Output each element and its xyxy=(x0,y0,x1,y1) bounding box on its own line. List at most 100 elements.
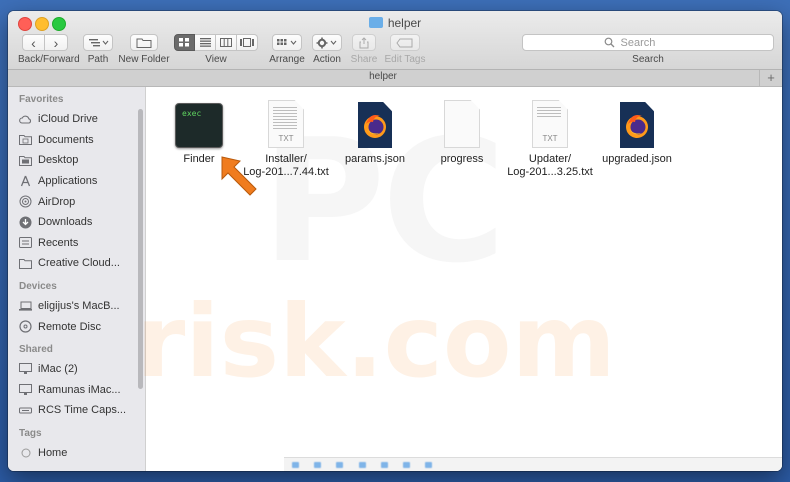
firefox-document-icon xyxy=(620,102,654,148)
file-name: upgraded.json xyxy=(602,153,672,165)
list-view-button[interactable] xyxy=(195,34,216,51)
file-name: Updater/Log-201...3.25.txt xyxy=(507,153,593,178)
sidebar-item-remote-disc[interactable]: Remote Disc xyxy=(8,316,145,337)
recents-icon xyxy=(19,236,32,249)
forward-button[interactable]: › xyxy=(45,34,68,51)
new-tab-button[interactable]: + xyxy=(759,70,782,86)
path-crumb[interactable] xyxy=(336,460,348,469)
sidebar: Favorites iCloud Drive Documents Desktop… xyxy=(8,87,146,471)
action-button[interactable] xyxy=(312,34,342,51)
documents-folder-icon xyxy=(19,133,32,146)
search-label: Search xyxy=(632,54,664,65)
disc-icon xyxy=(19,320,32,333)
path-bar xyxy=(284,457,782,471)
tag-icon xyxy=(396,38,413,47)
search-icon xyxy=(604,37,614,48)
icon-view-button[interactable] xyxy=(174,34,195,51)
sidebar-item-imac-2[interactable]: iMac (2) xyxy=(8,359,145,380)
sidebar-header-favorites: Favorites xyxy=(19,94,64,105)
airdrop-icon xyxy=(19,195,32,208)
gear-icon xyxy=(316,37,337,48)
path-crumb[interactable] xyxy=(292,460,304,469)
sidebar-item-desktop[interactable]: Desktop xyxy=(8,150,145,171)
search-field[interactable] xyxy=(522,34,774,51)
imac-icon xyxy=(19,383,32,396)
file-item[interactable]: TXT Updater/Log-201...3.25.txt xyxy=(507,93,593,179)
blank-document-icon xyxy=(444,100,480,148)
applications-icon xyxy=(19,175,32,188)
sidebar-item-tag-home[interactable]: Home xyxy=(8,443,145,464)
sidebar-item-label: eligijus's MacB... xyxy=(38,300,120,313)
sidebar-item-label: Desktop xyxy=(38,154,79,167)
file-item[interactable]: params.json xyxy=(332,93,418,166)
sidebar-item-label: Recents xyxy=(38,236,79,249)
cloud-icon xyxy=(19,113,32,126)
executable-icon: exec xyxy=(175,103,223,148)
text-document-icon: TXT xyxy=(268,100,304,148)
gallery-view-button[interactable] xyxy=(237,34,258,51)
desktop-folder-icon xyxy=(19,154,32,167)
arrange-button[interactable] xyxy=(272,34,302,51)
file-name: progress xyxy=(440,153,484,165)
sidebar-item-applications[interactable]: Applications xyxy=(8,171,145,192)
edit-tags-button[interactable] xyxy=(390,34,420,51)
file-item[interactable]: upgraded.json xyxy=(594,93,680,166)
laptop-icon xyxy=(19,300,32,313)
sidebar-item-macbook[interactable]: eligijus's MacB... xyxy=(8,296,145,317)
sidebar-item-label: Downloads xyxy=(38,216,93,229)
sidebar-item-documents[interactable]: Documents xyxy=(8,130,145,151)
column-view-button[interactable] xyxy=(216,34,237,51)
sidebar-item-icloud-drive[interactable]: iCloud Drive xyxy=(8,109,145,130)
sidebar-item-rcs-time-capsule[interactable]: RCS Time Caps... xyxy=(8,400,145,421)
sidebar-item-label: Home xyxy=(38,447,68,460)
sidebar-item-label: Documents xyxy=(38,133,94,146)
window-title: helper xyxy=(8,16,782,30)
sidebar-item-label: AirDrop xyxy=(38,195,76,208)
sidebar-item-label: Applications xyxy=(38,175,98,188)
imac-icon xyxy=(19,363,32,376)
path-button[interactable] xyxy=(83,34,113,51)
back-button[interactable]: ‹ xyxy=(22,34,45,51)
back-forward-label: Back/Forward xyxy=(18,54,80,65)
sidebar-header-shared: Shared xyxy=(19,343,53,355)
path-crumb[interactable] xyxy=(425,460,437,469)
share-button[interactable] xyxy=(352,34,376,51)
sidebar-item-airdrop[interactable]: AirDrop xyxy=(8,191,145,212)
sidebar-item-recents[interactable]: Recents xyxy=(8,233,145,254)
sidebar-item-creative-cloud[interactable]: Creative Cloud... xyxy=(8,253,145,274)
sidebar-item-downloads[interactable]: Downloads xyxy=(8,212,145,233)
firefox-document-icon xyxy=(358,102,392,148)
file-name: params.json xyxy=(345,153,405,165)
new-folder-button[interactable] xyxy=(130,34,158,51)
back-forward-control: ‹ › xyxy=(22,34,68,51)
folder-icon xyxy=(19,257,32,270)
chevron-left-icon: ‹ xyxy=(31,34,36,51)
path-crumb[interactable] xyxy=(358,460,371,469)
path-crumb[interactable] xyxy=(380,460,393,469)
new-folder-icon xyxy=(136,38,152,48)
sidebar-header-tags: Tags xyxy=(19,427,42,439)
sidebar-item-label: iMac (2) xyxy=(38,363,78,376)
tab-bar: helper + xyxy=(8,70,782,87)
sidebar-item-label: Ramunas iMac... xyxy=(38,383,121,396)
finder-window: helper ‹ › Back/Forward Path New Folder xyxy=(8,11,782,471)
path-label: Path xyxy=(87,54,109,65)
tab-helper[interactable]: helper xyxy=(8,71,758,82)
sidebar-item-label: Creative Cloud... xyxy=(38,257,120,270)
path-crumb[interactable] xyxy=(314,460,326,469)
text-document-icon: TXT xyxy=(532,100,568,148)
sidebar-item-ramunas-imac[interactable]: Ramunas iMac... xyxy=(8,380,145,401)
search-input[interactable] xyxy=(618,35,693,50)
path-crumb[interactable] xyxy=(403,460,415,469)
list-view-icon xyxy=(199,38,211,47)
sidebar-item-label: Remote Disc xyxy=(38,320,101,333)
action-label: Action xyxy=(313,54,341,65)
view-label: View xyxy=(205,54,227,65)
file-item[interactable]: progress xyxy=(419,93,505,166)
sidebar-scrollbar[interactable] xyxy=(138,109,143,389)
window-title-text: helper xyxy=(387,16,422,30)
arrow-pointer-icon xyxy=(221,156,257,196)
share-label: Share xyxy=(350,54,378,65)
downloads-icon xyxy=(19,216,32,229)
sidebar-item-label: RCS Time Caps... xyxy=(38,404,127,417)
